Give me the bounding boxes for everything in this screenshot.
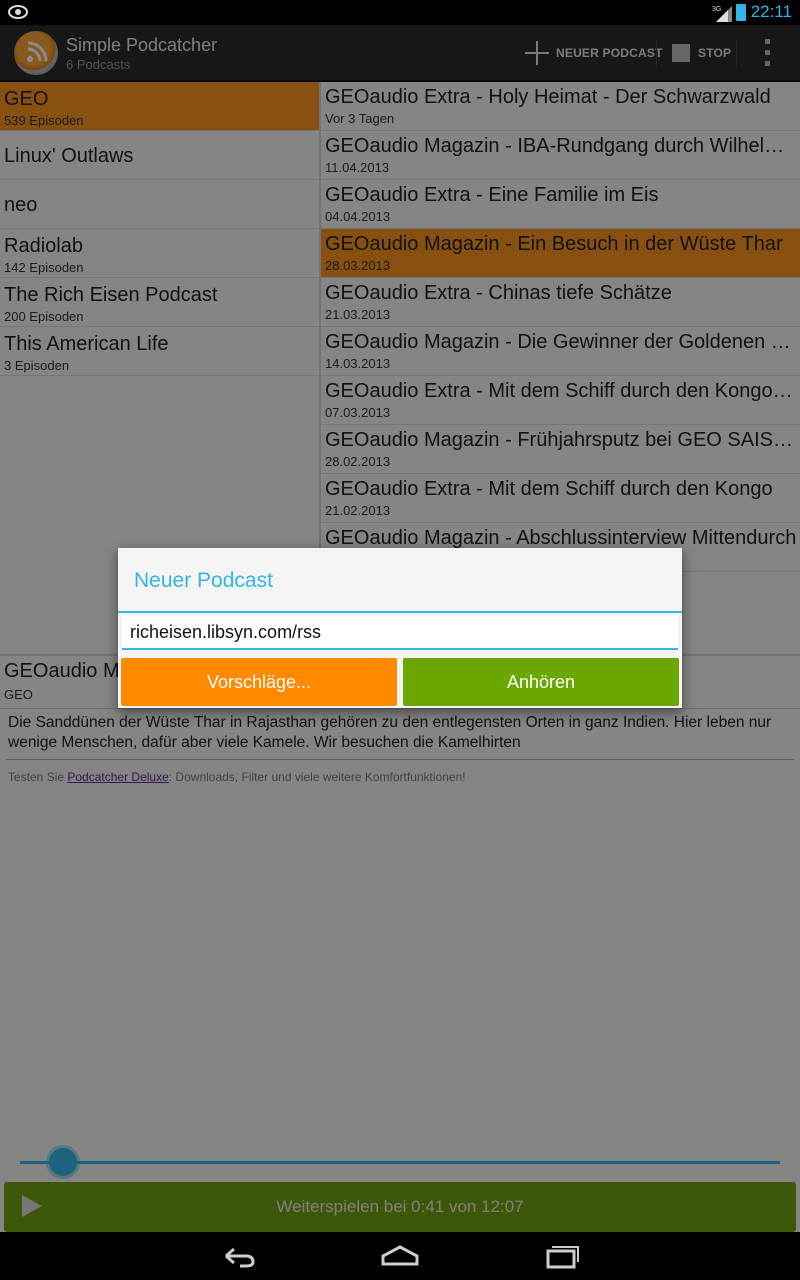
status-time: 22:11 bbox=[750, 2, 792, 21]
signal-icon: 3G bbox=[712, 6, 732, 22]
dialog-divider bbox=[118, 611, 682, 613]
eye-icon bbox=[8, 5, 28, 19]
recent-apps-icon[interactable] bbox=[540, 1232, 584, 1280]
dialog-title: Neuer Podcast bbox=[134, 569, 273, 592]
svg-text:3G: 3G bbox=[712, 6, 721, 13]
suggestions-button[interactable]: Vorschläge... bbox=[121, 658, 397, 706]
new-podcast-dialog: Neuer Podcast Vorschläge... Anhören bbox=[118, 548, 682, 708]
battery-icon bbox=[736, 4, 746, 21]
back-icon[interactable] bbox=[216, 1232, 260, 1280]
home-icon[interactable] bbox=[378, 1232, 422, 1280]
podcast-url-input[interactable] bbox=[122, 616, 678, 650]
navigation-bar bbox=[0, 1232, 800, 1280]
status-bar: 3G 22:11 bbox=[0, 0, 800, 25]
listen-button[interactable]: Anhören bbox=[403, 658, 679, 706]
